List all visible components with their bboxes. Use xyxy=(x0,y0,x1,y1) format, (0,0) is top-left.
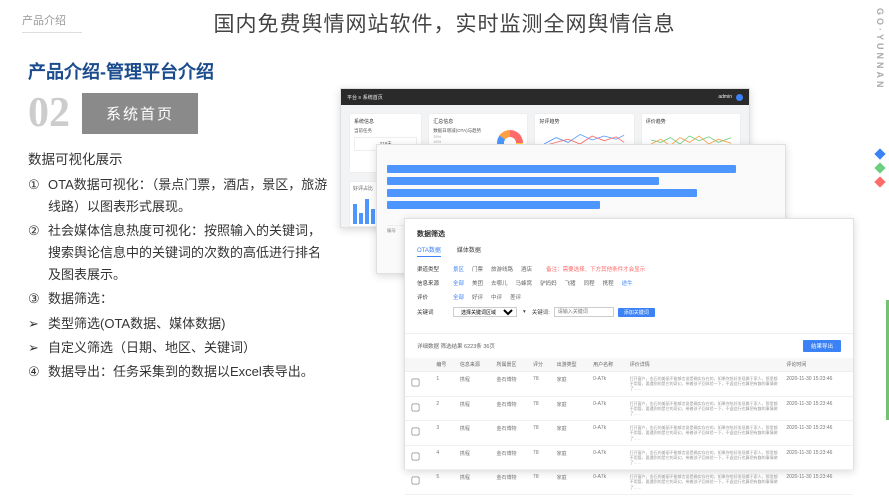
channel-note: 备注：需要选择、下方其他条件才会显示 xyxy=(546,265,645,273)
filter-table-screenshot: 数据筛选 OTA数据 媒体数据 渠道类型 景区门票旅游线路酒店 备注：需要选择、… xyxy=(404,218,854,470)
description-list: ①OTA数据可视化：（景点门票，酒店，景区，旅游线路）以图表形式展现。②社会媒体… xyxy=(28,174,328,383)
channel-label: 渠道类型 xyxy=(417,265,449,273)
row-checkbox[interactable] xyxy=(412,428,420,436)
screenshot-stack: 平台 ≡ 系统首页 admin 系统信息 当前任务 218天 821311条 汇… xyxy=(340,88,860,478)
list-marker: ➢ xyxy=(28,337,48,359)
table-row: 1携程金石博物78家庭0-A7k 打开窗户，金石的美丽不能够言说是确实存在的，如… xyxy=(405,372,853,397)
filter-option[interactable]: 同程 xyxy=(584,279,595,287)
list-text: 类型筛选(OTA数据、媒体数据) xyxy=(48,313,328,335)
filter-option[interactable]: 全部 xyxy=(453,293,464,301)
admin-label: admin xyxy=(718,94,732,100)
row-checkbox[interactable] xyxy=(412,452,420,460)
brand-vertical: GO·YUNNAN xyxy=(875,8,885,91)
filter-option[interactable]: 飞猪 xyxy=(565,279,576,287)
filter-option[interactable]: 携程 xyxy=(603,279,614,287)
add-keyword-button[interactable]: 添加关键词 xyxy=(618,308,655,317)
col-header: 编号 xyxy=(432,358,456,372)
table-row: 4携程金石博物78家庭0-A7k 打开窗户，金石的美丽不能够言说是确实存在的，如… xyxy=(405,445,853,470)
card-title: 好评趋势 xyxy=(539,118,629,125)
filter-tab-ota[interactable]: OTA数据 xyxy=(417,245,441,257)
card-title: 汇总信息 xyxy=(433,118,523,125)
col-header: 信息来源 xyxy=(456,358,493,372)
keyword-input[interactable] xyxy=(554,307,614,317)
brand-diamonds xyxy=(876,150,884,186)
filter-option[interactable]: 好评 xyxy=(472,293,483,301)
row-checkbox[interactable] xyxy=(412,379,420,387)
filter-option[interactable]: 酒店 xyxy=(521,265,532,273)
filter-option[interactable]: 中评 xyxy=(491,293,502,301)
list-marker: ③ xyxy=(28,288,48,310)
col-header: 出游类型 xyxy=(553,358,590,372)
result-count: 详细数据 筛选结果 6223条 36页 xyxy=(417,342,495,350)
section-number: 02 xyxy=(28,92,70,134)
filter-option[interactable]: 旅游线路 xyxy=(491,265,513,273)
card-line: 当前任务 xyxy=(354,128,417,134)
table-row: 3携程金石博物78家庭0-A7k 打开窗户，金石的美丽不能够言说是确实存在的，如… xyxy=(405,421,853,446)
page-title: 国内免费舆情网站软件，实时监测全网舆情信息 xyxy=(0,0,889,38)
avatar-icon xyxy=(736,94,743,101)
section-heading: 数据可视化展示 xyxy=(28,148,328,168)
filter-option[interactable]: 驴妈妈 xyxy=(540,279,557,287)
table-row: 5携程金石博物78家庭0-A7k 打开窗户，金石的美丽不能够言说是确实存在的，如… xyxy=(405,470,853,495)
export-button[interactable]: 结果导出 xyxy=(803,340,841,352)
filter-option[interactable]: 门票 xyxy=(472,265,483,273)
list-marker: ➢ xyxy=(28,313,48,335)
filter-tab-media[interactable]: 媒体数据 xyxy=(457,245,481,257)
col-header: 所属景区 xyxy=(492,358,529,372)
col-header: 评论时间 xyxy=(782,358,853,372)
table-row: 2携程金石博物78家庭0-A7k 打开窗户，金石的美丽不能够言说是确实存在的，如… xyxy=(405,396,853,421)
col-header: 用户名称 xyxy=(589,358,626,372)
row-checkbox[interactable] xyxy=(412,403,420,411)
col-header: 评分 xyxy=(529,358,553,372)
list-text: OTA数据可视化：（景点门票，酒店，景区，旅游线路）以图表形式展现。 xyxy=(48,174,328,218)
col-header: 评价详情 xyxy=(626,358,783,372)
rating-label: 评价 xyxy=(417,293,449,301)
filter-option[interactable]: 全部 xyxy=(453,279,464,287)
source-label: 信息来源 xyxy=(417,279,449,287)
list-text: 自定义筛选（日期、地区、关键词） xyxy=(48,337,328,359)
subtitle: 产品介绍-管理平台介绍 xyxy=(28,58,214,84)
filter-option[interactable]: 美团 xyxy=(472,279,483,287)
col-header xyxy=(405,358,432,372)
list-text: 社会媒体信息热度可视化：按照输入的关键词，搜索舆论信息中的关键词的次数的高低进行… xyxy=(48,220,328,286)
list-text: 数据导出：任务采集到的数据以Excel表导出。 xyxy=(48,361,328,383)
card-title: 系统信息 xyxy=(354,118,417,125)
filter-heading: 数据筛选 xyxy=(417,229,841,239)
keyword-label: 关键词 xyxy=(417,308,449,316)
list-marker: ① xyxy=(28,174,48,218)
results-table: 编号信息来源所属景区评分出游类型用户名称评价详情评论时间 1携程金石博物78家庭… xyxy=(405,358,853,495)
kw-field-label: 关键词: xyxy=(532,308,550,316)
row-checkbox[interactable] xyxy=(412,477,420,485)
filter-option[interactable]: 马蜂窝 xyxy=(516,279,533,287)
dashboard-topbar-left: 平台 ≡ 系统首页 xyxy=(347,94,383,101)
filter-option[interactable]: 途牛 xyxy=(622,279,633,287)
filter-option[interactable]: 去哪儿 xyxy=(491,279,508,287)
list-marker: ④ xyxy=(28,361,48,383)
list-text: 数据筛选： xyxy=(48,288,328,310)
card-title: 评价趋势 xyxy=(646,118,736,125)
top-tag: 产品介绍 xyxy=(22,12,82,33)
filter-option[interactable]: 景区 xyxy=(453,265,464,273)
content-panel: 02 系统首页 数据可视化展示 ①OTA数据可视化：（景点门票，酒店，景区，旅游… xyxy=(28,92,328,385)
keyword-region-select[interactable]: 选择关键词区域 xyxy=(453,307,517,317)
list-marker: ② xyxy=(28,220,48,286)
section-tab: 系统首页 xyxy=(82,93,198,134)
filter-option[interactable]: 差评 xyxy=(510,293,521,301)
